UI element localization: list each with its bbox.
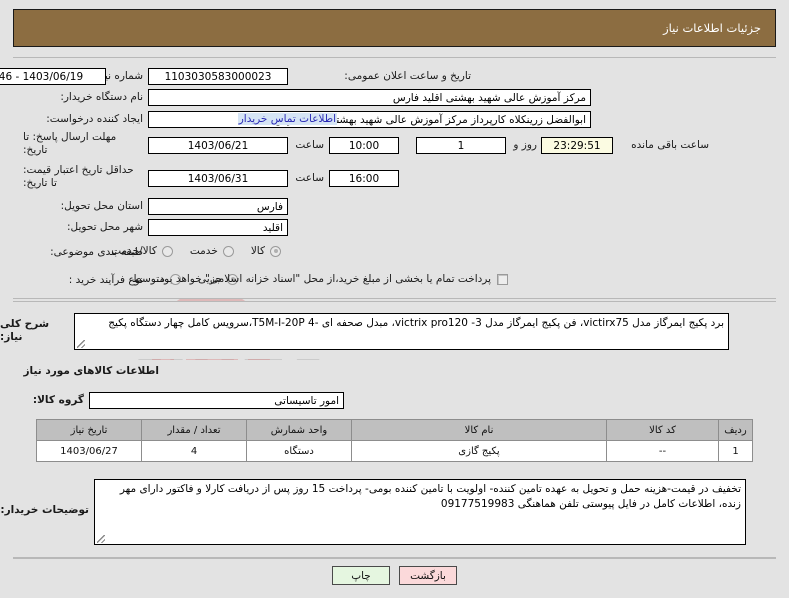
deadline-time-field[interactable]: 10:00 <box>329 137 399 154</box>
announce-date-field[interactable]: 1403/06/19 - 09:46 <box>0 68 106 85</box>
goods-section-title: اطلاعات کالاهای مورد نیاز <box>23 365 159 377</box>
remaining-days-field[interactable]: 1 <box>416 137 506 154</box>
goods-table-wrapper: ردیف کد کالا نام کالا واحد شمارش تعداد /… <box>36 419 753 462</box>
description-text: برد پکیج ایمرگاز مدل victirx75، فن پکیج … <box>108 317 724 329</box>
city-field[interactable]: اقلید <box>148 219 288 236</box>
col-index: ردیف <box>718 419 753 441</box>
col-code: کد کالا <box>606 419 719 441</box>
treasury-checkbox-row[interactable]: پرداخت تمام یا بخشی از مبلغ خرید،از محل … <box>156 273 508 285</box>
city-label: شهر محل تحویل: <box>67 221 143 233</box>
radio-icon-khedmat[interactable] <box>222 245 234 257</box>
page-root: tinat .net جزئیات اطلاعات نیاز شماره نیا… <box>0 0 789 598</box>
countdown-timer-field: 23:29:51 <box>541 137 613 154</box>
button-bar: بازگشت چاپ <box>0 566 789 585</box>
col-quantity: تعداد / مقدار <box>141 419 247 441</box>
province-label: استان محل تحویل: <box>60 200 143 212</box>
description-label: شرح کلی نیاز: <box>0 318 50 344</box>
buyer-contact-link[interactable]: اطلاعات تماس خریدار <box>237 113 337 125</box>
cell-name: پکیج گازی <box>351 440 607 462</box>
announce-date-label: تاریخ و ساعت اعلان عمومی: <box>344 70 471 82</box>
col-name: نام کالا <box>351 419 607 441</box>
radio-icon-kala[interactable] <box>270 245 281 257</box>
goods-group-field[interactable]: امور تاسیساتی <box>89 392 344 409</box>
price-validity-label: حداقل تاریخ اعتبار قیمت: تا تاریخ: <box>23 164 134 190</box>
buyer-notes-label: توضیحات خریدار: <box>0 504 89 516</box>
category-option-kala-khedmat-label: کالا/خدمت <box>111 245 157 257</box>
buyer-notes-text: تخفیف در قیمت-هزینه حمل و تحویل به عهده … <box>119 483 741 511</box>
page-header: جزئیات اطلاعات نیاز <box>13 9 776 47</box>
cell-date: 1403/06/27 <box>36 440 142 462</box>
cell-quantity: 4 <box>141 440 247 462</box>
col-date: تاریخ نیاز <box>36 419 142 441</box>
col-unit: واحد شمارش <box>246 419 352 441</box>
category-radio-group: کالا خدمت کالا/خدمت <box>97 245 284 257</box>
goods-group-label: گروه کالا: <box>32 394 84 406</box>
table-row[interactable]: 1 -- پکیج گازی دستگاه 4 1403/06/27 <box>36 440 753 462</box>
price-validity-hour-label: ساعت <box>295 172 324 184</box>
print-button[interactable]: چاپ <box>332 566 390 585</box>
resize-grip-icon-notes[interactable] <box>97 535 105 543</box>
table-header-row: ردیف کد کالا نام کالا واحد شمارش تعداد /… <box>36 419 753 441</box>
category-option-khedmat[interactable]: خدمت <box>190 245 237 257</box>
category-option-kala-khedmat[interactable]: کالا/خدمت <box>111 245 176 257</box>
buyer-org-label: نام دستگاه خریدار: <box>60 91 143 103</box>
buyer-notes-textarea[interactable]: تخفیف در قیمت-هزینه حمل و تحویل به عهده … <box>94 479 746 545</box>
goods-table: ردیف کد کالا نام کالا واحد شمارش تعداد /… <box>36 419 753 462</box>
deadline-date-field[interactable]: 1403/06/21 <box>148 137 288 154</box>
bottom-divider <box>13 558 776 559</box>
checkbox-icon-treasury[interactable] <box>497 273 508 285</box>
cell-unit: دستگاه <box>246 440 352 462</box>
deadline-label: مهلت ارسال پاسخ: تا تاریخ: <box>23 131 117 157</box>
cell-code: -- <box>606 440 719 462</box>
page-title: جزئیات اطلاعات نیاز <box>663 21 761 35</box>
deadline-hour-label: ساعت <box>295 139 324 151</box>
need-number-field[interactable]: 1103030583000023 <box>148 68 288 85</box>
treasury-checkbox-label: پرداخت تمام یا بخشی از مبلغ خرید،از محل … <box>156 273 491 285</box>
remaining-hours-label: ساعت باقی مانده <box>631 139 709 151</box>
radio-icon-kala-khedmat[interactable] <box>161 245 173 257</box>
category-option-kala[interactable]: کالا <box>251 245 284 257</box>
requester-field[interactable]: ابوالفضل زرینکلاه کارپرداز مرکز آموزش عا… <box>148 111 591 128</box>
description-textarea[interactable]: برد پکیج ایمرگاز مدل victirx75، فن پکیج … <box>74 313 729 350</box>
buyer-org-field[interactable]: مرکز آموزش عالی شهید بهشتی اقلید فارس <box>148 89 591 106</box>
back-button[interactable]: بازگشت <box>399 566 457 585</box>
price-validity-time-field[interactable]: 16:00 <box>329 170 399 187</box>
province-field[interactable]: فارس <box>148 198 288 215</box>
resize-grip-icon[interactable] <box>77 340 85 348</box>
days-word-label: روز و <box>513 139 537 151</box>
category-option-khedmat-label: خدمت <box>189 245 218 257</box>
cell-index: 1 <box>718 440 753 462</box>
category-option-kala-label: کالا <box>250 245 265 257</box>
requester-label: ایجاد کننده درخواست: <box>46 113 143 125</box>
price-validity-date-field[interactable]: 1403/06/31 <box>148 170 288 187</box>
